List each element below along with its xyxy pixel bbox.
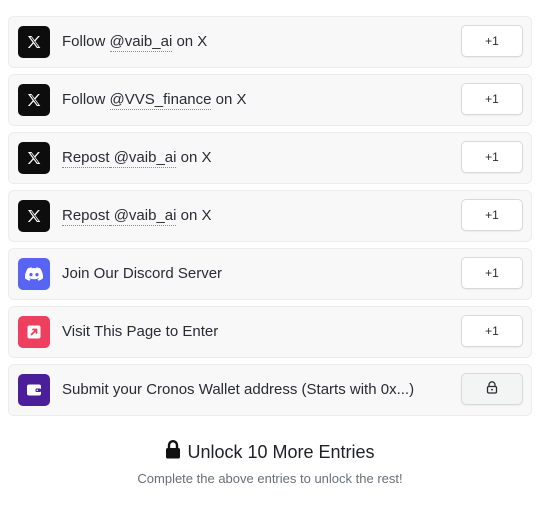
handle-link[interactable]: @vaib_ai (109, 33, 173, 52)
entry-submit-wallet[interactable]: Submit your Cronos Wallet address (Start… (8, 364, 532, 416)
entry-label: Repost @vaib_ai on X (62, 149, 212, 168)
x-logo-icon (18, 26, 50, 58)
entry-label: Follow @vaib_ai on X (62, 33, 208, 52)
x-logo-icon (18, 142, 50, 174)
points-button[interactable]: +1 (461, 199, 523, 231)
unlock-subtitle: Complete the above entries to unlock the… (137, 471, 403, 486)
x-logo-icon (18, 200, 50, 232)
wallet-icon (18, 374, 50, 406)
entry-repost-vaib-ai[interactable]: Repost @vaib_ai on X +1 (8, 132, 532, 184)
external-link-icon (18, 316, 50, 348)
discord-icon (18, 258, 50, 290)
handle-link[interactable]: @vaib_ai (109, 149, 177, 168)
locked-button[interactable] (461, 373, 523, 405)
entry-label: Follow @VVS_finance on X (62, 91, 247, 110)
lock-icon (486, 381, 498, 397)
entry-label: Visit This Page to Enter (62, 323, 219, 340)
lock-icon (165, 440, 187, 464)
points-button[interactable]: +1 (461, 315, 523, 347)
points-button[interactable]: +1 (461, 141, 523, 173)
entry-label: Repost @vaib_ai on X (62, 207, 212, 226)
entries-list: Follow @vaib_ai on X +1 Follow @VVS_fina… (8, 16, 532, 422)
handle-link[interactable]: @vaib_ai (109, 207, 177, 226)
entry-follow-vaib-ai[interactable]: Follow @vaib_ai on X +1 (8, 16, 532, 68)
repost-link[interactable]: Repost (62, 149, 110, 168)
points-button[interactable]: +1 (461, 257, 523, 289)
entry-label: Join Our Discord Server (62, 265, 223, 282)
unlock-title-text: Unlock 10 More Entries (187, 441, 375, 462)
entry-follow-vvs-finance[interactable]: Follow @VVS_finance on X +1 (8, 74, 532, 126)
unlock-heading: Unlock 10 More Entries (0, 438, 540, 466)
entry-visit-page[interactable]: Visit This Page to Enter +1 (8, 306, 532, 358)
entry-join-discord[interactable]: Join Our Discord Server +1 (8, 248, 532, 300)
handle-link[interactable]: @VVS_finance (109, 91, 212, 110)
repost-link[interactable]: Repost (62, 207, 110, 226)
entry-repost-vaib-ai-2[interactable]: Repost @vaib_ai on X +1 (8, 190, 532, 242)
x-logo-icon (18, 84, 50, 116)
entry-label: Submit your Cronos Wallet address (Start… (62, 381, 415, 398)
points-button[interactable]: +1 (461, 83, 523, 115)
points-button[interactable]: +1 (461, 25, 523, 57)
